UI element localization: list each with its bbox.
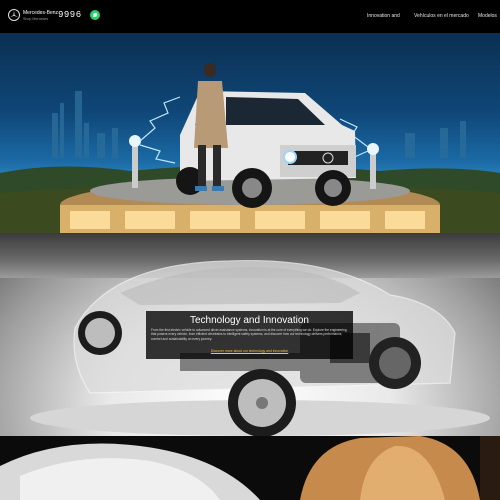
wheel-front	[228, 369, 296, 436]
brand-subtitle: Shop Mercedes	[23, 17, 49, 21]
interior-illustration	[0, 436, 500, 500]
nav-models[interactable]: Modelos	[478, 13, 497, 19]
hero-illustration	[0, 63, 500, 233]
phone-number[interactable]: 9996	[58, 10, 82, 20]
site-header: Mercedes-Benz Shop Mercedes 9996 Innovat…	[0, 0, 500, 33]
technology-title: Technology and Innovation	[190, 315, 309, 326]
technology-info-box: Technology and Innovation From the first…	[146, 311, 353, 359]
technology-section: Technology and Innovation From the first…	[0, 233, 500, 436]
wheel-rear	[78, 311, 122, 355]
technology-link[interactable]: Discover more about our technology and i…	[146, 349, 353, 353]
technology-body: From the first electric vehicle to advan…	[151, 328, 347, 341]
nav-vehicles[interactable]: Vehículos en el mercado	[414, 13, 469, 19]
brand-logo[interactable]: Mercedes-Benz Shop Mercedes	[23, 10, 58, 22]
hero-image[interactable]	[0, 33, 500, 233]
whatsapp-icon[interactable]	[90, 10, 100, 20]
interior-image[interactable]	[0, 436, 500, 500]
nav-innovation[interactable]: Innovation and	[367, 13, 400, 19]
mercedes-star-icon[interactable]	[8, 9, 20, 21]
